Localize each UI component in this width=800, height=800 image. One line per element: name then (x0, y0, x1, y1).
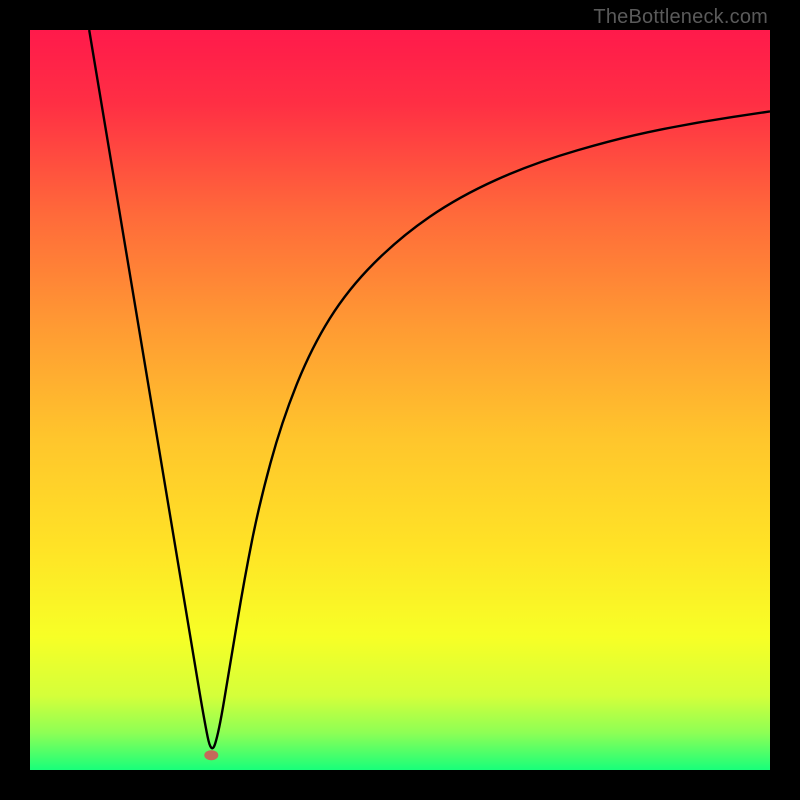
min-marker (204, 750, 218, 760)
plot-area (30, 30, 770, 770)
curve-layer (30, 30, 770, 770)
bottleneck-curve (89, 30, 770, 748)
watermark-text: TheBottleneck.com (593, 6, 768, 29)
chart-frame: TheBottleneck.com (0, 0, 800, 800)
